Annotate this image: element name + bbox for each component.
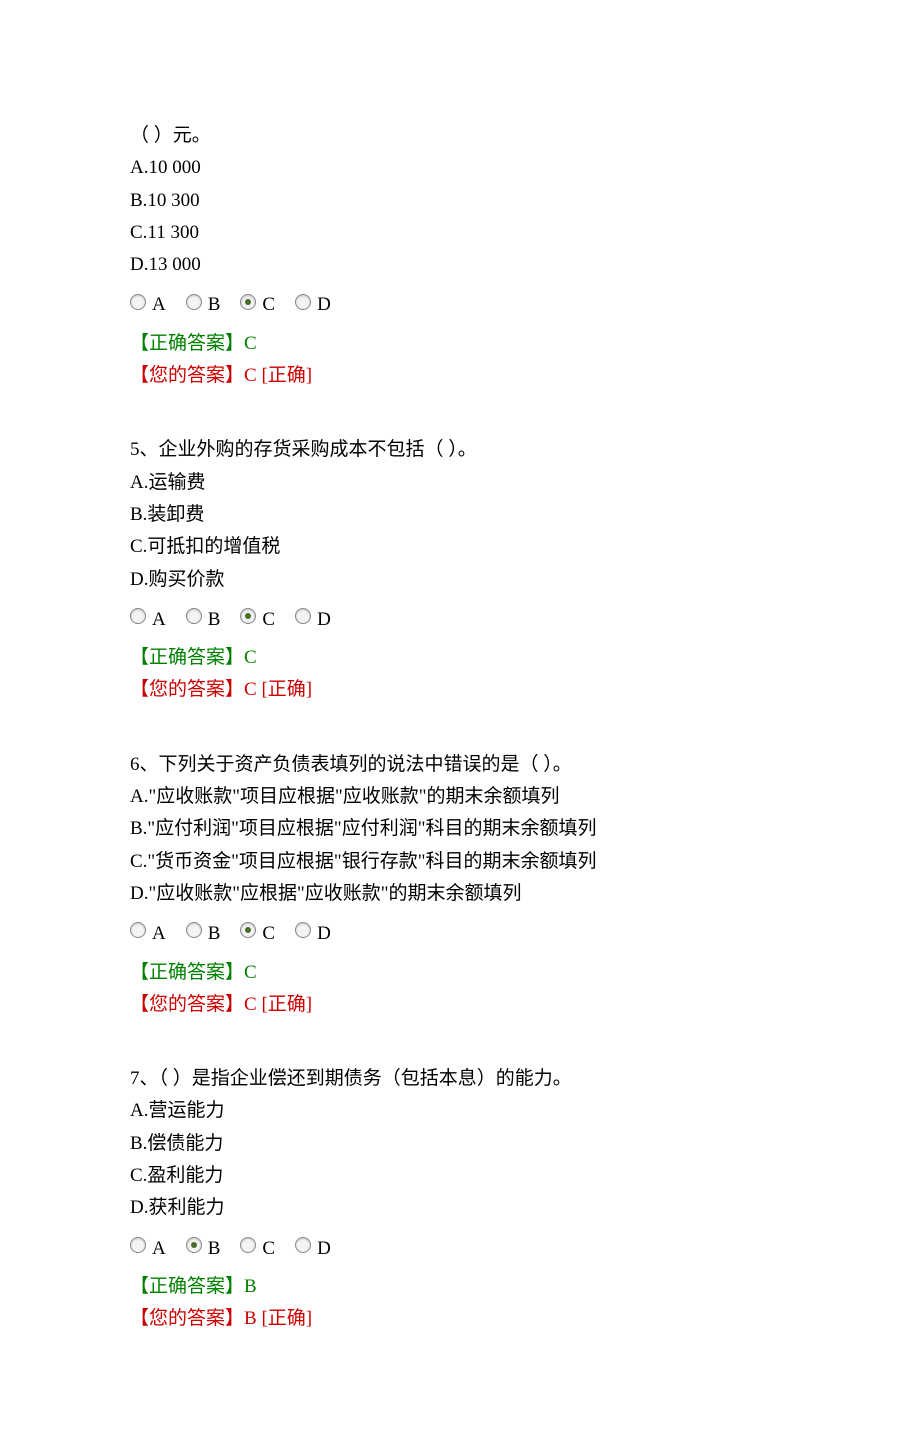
your-answer-label: 【您的答案】 [130, 679, 244, 700]
radio-b-icon[interactable] [186, 922, 202, 938]
option-c: C.盈利能力 [130, 1160, 790, 1192]
correct-answer-label: 【正确答案】 [130, 647, 244, 668]
radio-c-label: C [262, 604, 275, 636]
option-c: C."货币资金"项目应根据"银行存款"科目的期末余额填列 [130, 846, 790, 878]
radio-selected-dot-icon [245, 927, 251, 933]
correct-answer: 【正确答案】C [130, 642, 790, 674]
correct-answer-label: 【正确答案】 [130, 1276, 244, 1297]
radio-c-label: C [262, 1233, 275, 1265]
your-answer-value: C [正确] [244, 994, 312, 1015]
your-answer-label: 【您的答案】 [130, 994, 244, 1015]
your-answer-label: 【您的答案】 [130, 365, 244, 386]
option-d: D.购买价款 [130, 564, 790, 596]
radio-b-label: B [208, 604, 221, 636]
correct-answer-value: C [244, 647, 257, 668]
radio-b-icon[interactable] [186, 608, 202, 624]
question-4: （ ）元。 A.10 000 B.10 300 C.11 300 D.13 00… [130, 120, 790, 392]
radio-group: A B C D [130, 604, 790, 636]
radio-selected-dot-icon [245, 299, 251, 305]
radio-selected-dot-icon [245, 613, 251, 619]
your-answer-label: 【您的答案】 [130, 1308, 244, 1329]
radio-a-label: A [152, 918, 166, 950]
option-a: A."应收账款"项目应根据"应收账款"的期末余额填列 [130, 781, 790, 813]
correct-answer-value: C [244, 333, 257, 354]
correct-answer: 【正确答案】B [130, 1271, 790, 1303]
radio-a-label: A [152, 1233, 166, 1265]
option-a: A.运输费 [130, 467, 790, 499]
radio-d-icon[interactable] [295, 922, 311, 938]
correct-answer-label: 【正确答案】 [130, 333, 244, 354]
correct-answer: 【正确答案】C [130, 328, 790, 360]
radio-a-icon[interactable] [130, 922, 146, 938]
question-5: 5、企业外购的存货采购成本不包括（ ）。 A.运输费 B.装卸费 C.可抵扣的增… [130, 434, 790, 706]
your-answer: 【您的答案】C [正确] [130, 360, 790, 392]
radio-c-icon[interactable] [240, 608, 256, 624]
radio-a-label: A [152, 289, 166, 321]
your-answer-value: B [正确] [244, 1308, 312, 1329]
radio-a-label: A [152, 604, 166, 636]
correct-answer-value: C [244, 962, 257, 983]
your-answer: 【您的答案】B [正确] [130, 1303, 790, 1335]
radio-group: A B C D [130, 289, 790, 321]
radio-a-icon[interactable] [130, 608, 146, 624]
radio-b-icon[interactable] [186, 294, 202, 310]
question-6: 6、下列关于资产负债表填列的说法中错误的是（ ）。 A."应收账款"项目应根据"… [130, 749, 790, 1021]
radio-c-icon[interactable] [240, 294, 256, 310]
radio-d-icon[interactable] [295, 1237, 311, 1253]
radio-d-icon[interactable] [295, 294, 311, 310]
option-c: C.11 300 [130, 217, 790, 249]
radio-d-label: D [317, 1233, 331, 1265]
radio-selected-dot-icon [191, 1242, 197, 1248]
your-answer-value: C [正确] [244, 365, 312, 386]
question-stem: 6、下列关于资产负债表填列的说法中错误的是（ ）。 [130, 749, 790, 781]
radio-d-label: D [317, 289, 331, 321]
your-answer-value: C [正确] [244, 679, 312, 700]
question-stem: 7、（ ）是指企业偿还到期债务（包括本息）的能力。 [130, 1063, 790, 1095]
option-b: B.装卸费 [130, 499, 790, 531]
radio-d-label: D [317, 604, 331, 636]
radio-c-icon[interactable] [240, 1237, 256, 1253]
radio-a-icon[interactable] [130, 1237, 146, 1253]
radio-c-label: C [262, 289, 275, 321]
correct-answer: 【正确答案】C [130, 957, 790, 989]
radio-b-label: B [208, 289, 221, 321]
radio-d-icon[interactable] [295, 608, 311, 624]
radio-c-label: C [262, 918, 275, 950]
your-answer: 【您的答案】C [正确] [130, 989, 790, 1021]
option-d: D.13 000 [130, 249, 790, 281]
radio-d-label: D [317, 918, 331, 950]
correct-answer-value: B [244, 1276, 257, 1297]
question-7: 7、（ ）是指企业偿还到期债务（包括本息）的能力。 A.营运能力 B.偿债能力 … [130, 1063, 790, 1335]
question-stem-partial: （ ）元。 [130, 120, 790, 152]
radio-group: A B C D [130, 1233, 790, 1265]
option-a: A.营运能力 [130, 1095, 790, 1127]
option-d: D.获利能力 [130, 1192, 790, 1224]
radio-group: A B C D [130, 918, 790, 950]
correct-answer-label: 【正确答案】 [130, 962, 244, 983]
option-c: C.可抵扣的增值税 [130, 531, 790, 563]
radio-b-label: B [208, 1233, 221, 1265]
radio-b-icon[interactable] [186, 1237, 202, 1253]
radio-a-icon[interactable] [130, 294, 146, 310]
your-answer: 【您的答案】C [正确] [130, 674, 790, 706]
radio-b-label: B [208, 918, 221, 950]
option-b: B.偿债能力 [130, 1128, 790, 1160]
exam-page: （ ）元。 A.10 000 B.10 300 C.11 300 D.13 00… [0, 0, 920, 1438]
option-b: B.10 300 [130, 185, 790, 217]
option-d: D."应收账款"应根据"应收账款"的期末余额填列 [130, 878, 790, 910]
option-b: B."应付利润"项目应根据"应付利润"科目的期末余额填列 [130, 813, 790, 845]
option-a: A.10 000 [130, 152, 790, 184]
radio-c-icon[interactable] [240, 922, 256, 938]
question-stem: 5、企业外购的存货采购成本不包括（ ）。 [130, 434, 790, 466]
